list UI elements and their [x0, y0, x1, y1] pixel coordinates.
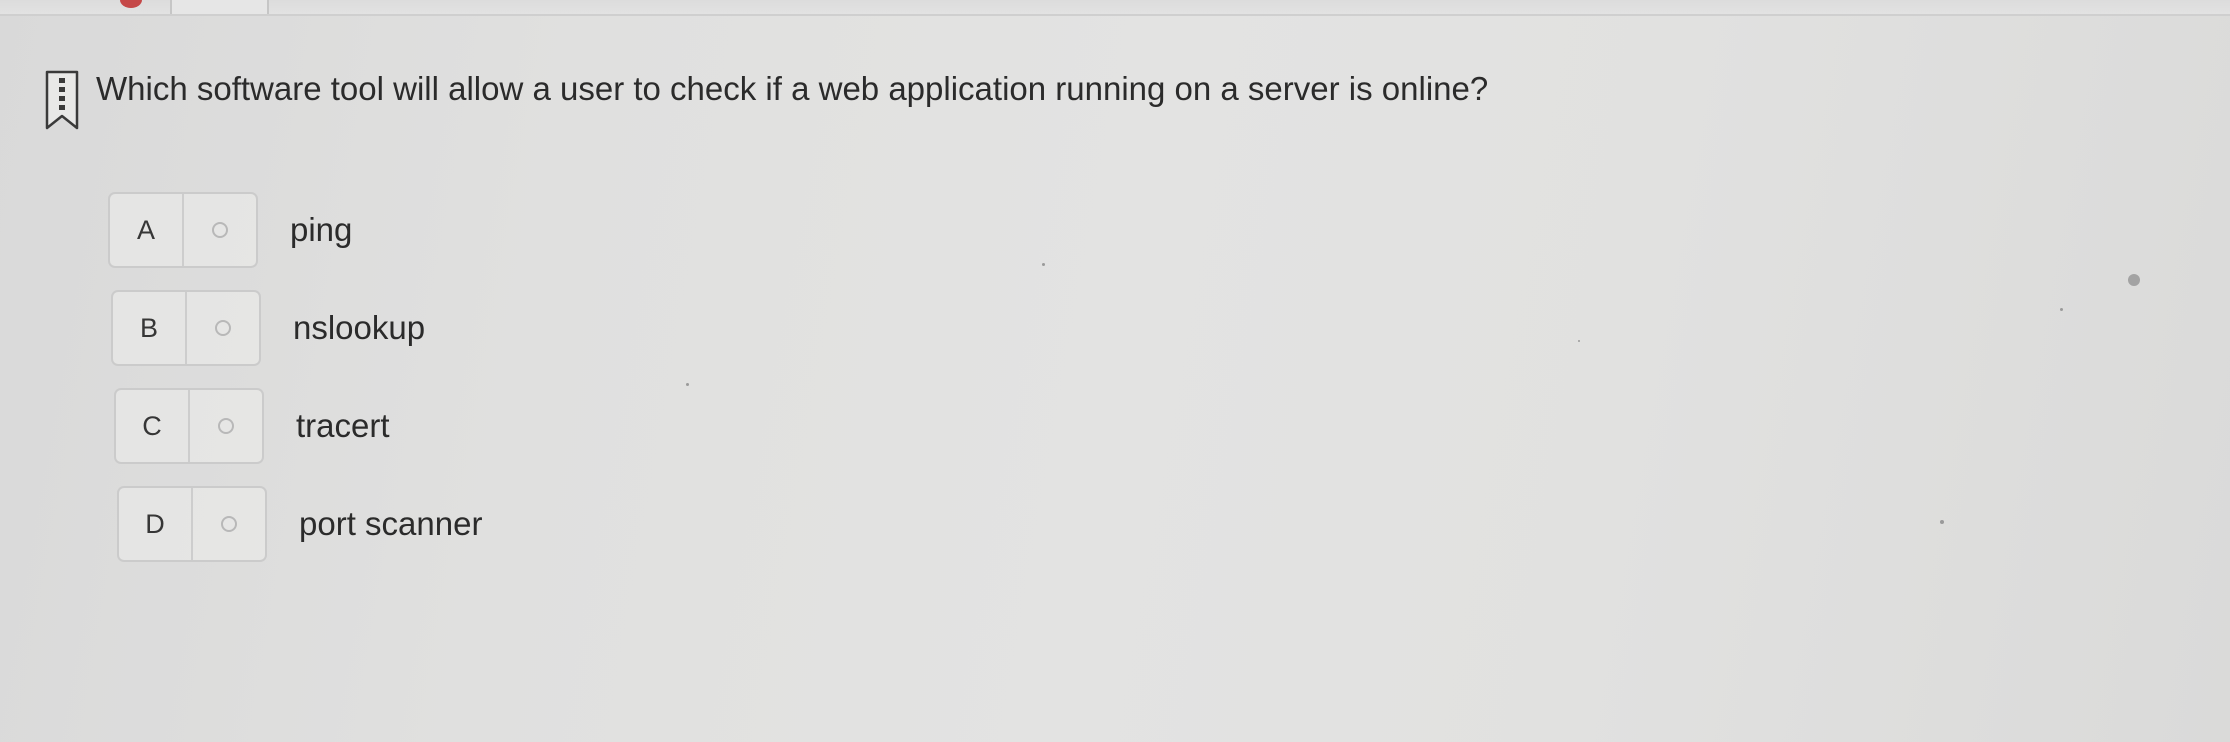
option-b-letter: B	[113, 292, 187, 364]
option-d-text[interactable]: port scanner	[299, 505, 482, 543]
option-d-letter: D	[119, 488, 193, 560]
question-text: Which software tool will allow a user to…	[96, 70, 1489, 107]
option-b-radio[interactable]	[215, 320, 231, 336]
option-a-letter: A	[110, 194, 184, 266]
screen-speck	[2128, 274, 2140, 286]
option-d[interactable]: D port scanner	[117, 486, 482, 562]
option-b[interactable]: B nslookup	[111, 290, 425, 366]
top-tab[interactable]	[170, 0, 269, 14]
option-d-box[interactable]: D	[117, 486, 267, 562]
option-a-radio[interactable]	[212, 222, 228, 238]
option-c-letter: C	[116, 390, 190, 462]
option-c-radio[interactable]	[218, 418, 234, 434]
screen-speck	[1940, 520, 1944, 524]
option-c[interactable]: C tracert	[114, 388, 390, 464]
option-c-text[interactable]: tracert	[296, 407, 390, 445]
option-d-radio[interactable]	[221, 516, 237, 532]
option-b-box[interactable]: B	[111, 290, 261, 366]
option-b-text[interactable]: nslookup	[293, 309, 425, 347]
option-a-box[interactable]: A	[108, 192, 258, 268]
top-toolbar-strip	[0, 0, 2230, 16]
screen-speck	[1578, 340, 1580, 342]
option-c-box[interactable]: C	[114, 388, 264, 464]
screen-speck	[1042, 263, 1045, 266]
option-a[interactable]: A ping	[108, 192, 352, 268]
bookmark-icon[interactable]	[45, 70, 79, 130]
option-a-text[interactable]: ping	[290, 211, 352, 249]
screen-speck	[2060, 308, 2063, 311]
screen-speck	[686, 383, 689, 386]
